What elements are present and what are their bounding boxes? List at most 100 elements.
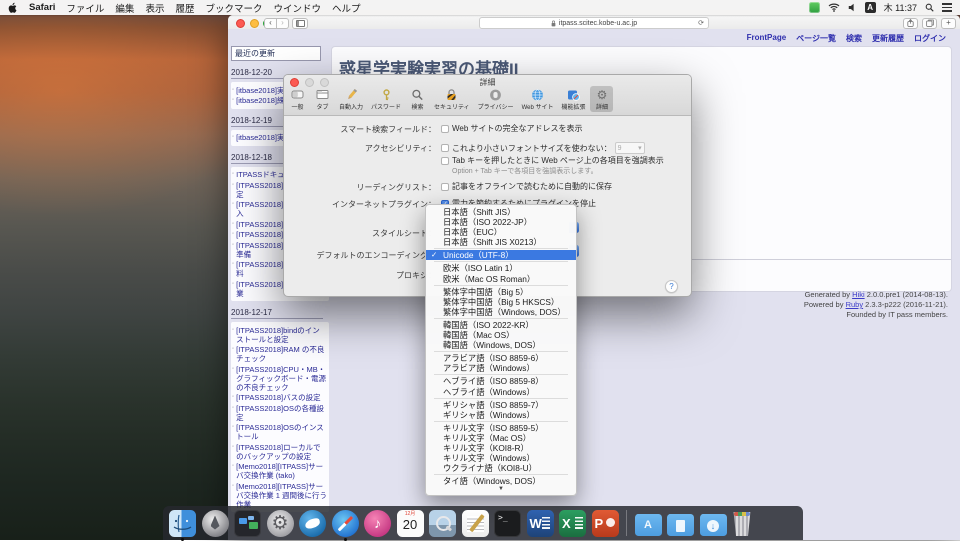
input-source-icon[interactable]: A <box>865 2 876 13</box>
menubar-menu-ファイル[interactable]: ファイル <box>66 1 104 15</box>
menu-item[interactable]: キリル文字（KOI8-R） <box>426 443 576 453</box>
menu-item[interactable]: 韓国語（ISO 2022-KR） <box>426 320 576 330</box>
dock-mission-control-icon[interactable] <box>234 510 261 537</box>
sidebar-link[interactable]: [ITPASS2018]bindのインストールと設定 <box>236 326 327 344</box>
menu-item[interactable]: キリル文字（Mac OS） <box>426 433 576 443</box>
new-tab-button[interactable]: + <box>941 18 956 30</box>
menu-item[interactable]: ヘブライ語（Windows） <box>426 387 576 397</box>
tab-highlight-checkbox[interactable] <box>441 157 449 165</box>
menu-item[interactable]: 繁体字中国語（Windows, DOS） <box>426 307 576 317</box>
menu-item[interactable]: 日本語（ISO 2022-JP） <box>426 217 576 227</box>
menu-item[interactable]: 韓国語（Windows, DOS） <box>426 340 576 350</box>
tab-autofill[interactable]: 自動入力 <box>336 86 366 112</box>
forward-button[interactable]: › <box>277 18 289 30</box>
menu-item[interactable]: ✓Unicode（UTF-8） <box>426 250 576 260</box>
menu-item[interactable]: ギリシャ語（ISO 8859-7） <box>426 400 576 410</box>
dock-excel-icon[interactable]: X <box>559 510 586 537</box>
menubar-menu-ウインドウ[interactable]: ウインドウ <box>273 1 321 15</box>
hiki-link[interactable]: Hiki <box>852 290 865 299</box>
dock-terminal-icon[interactable]: >_ <box>494 510 521 537</box>
menubar-menu-ブックマーク[interactable]: ブックマーク <box>205 1 262 15</box>
menubar-menu-表示[interactable]: 表示 <box>145 1 164 15</box>
menu-item[interactable]: ヘブライ語（ISO 8859-8） <box>426 376 576 386</box>
dock-safari-icon[interactable] <box>332 510 359 537</box>
tab-extensions[interactable]: 機能拡張 <box>558 86 588 112</box>
menu-item[interactable]: ギリシャ語（Windows） <box>426 410 576 420</box>
dock-itunes-icon[interactable]: ♪ <box>364 510 391 537</box>
smart-search-checkbox[interactable] <box>441 125 449 133</box>
tab-overview-button[interactable] <box>922 18 937 30</box>
menu-item[interactable]: アラビア語（Windows） <box>426 363 576 373</box>
status-app-icon[interactable] <box>809 2 820 13</box>
dock-applications-folder-icon[interactable]: A <box>635 514 662 536</box>
reload-icon[interactable]: ⟳ <box>698 19 704 27</box>
menu-item[interactable]: 繁体字中国語（Big 5 HKSCS） <box>426 297 576 307</box>
tab-passwords[interactable]: パスワード <box>368 86 404 112</box>
apple-menu-icon[interactable] <box>8 2 18 14</box>
sidebar-link[interactable]: [ITPASS2018]バスの設定 <box>236 393 320 402</box>
menu-item[interactable]: タイ語（Windows, DOS） <box>426 476 576 486</box>
sidebar-link[interactable]: [ITPASS2018]CPU・MB・グラフィックボード・電源の不良チェック <box>236 365 327 392</box>
nav-link-FrontPage[interactable]: FrontPage <box>747 33 787 44</box>
menu-item[interactable]: ウクライナ語（KOI8-U） <box>426 463 576 473</box>
sidebar-link[interactable]: [ITPASS2018]OSのインストール <box>236 423 327 441</box>
reading-list-checkbox[interactable] <box>441 183 449 191</box>
menu-scroll-down-icon[interactable]: ▼ <box>426 486 576 493</box>
dock-preview-icon[interactable] <box>429 510 456 537</box>
menu-item[interactable]: 欧米（Mac OS Roman） <box>426 274 576 284</box>
nav-link-検索[interactable]: 検索 <box>846 33 862 44</box>
dock-finder-icon[interactable] <box>169 510 196 537</box>
sidebar-link[interactable]: [ITPASS2018]OSの各種設定 <box>236 404 327 422</box>
sidebar-link[interactable]: [ITPASS2018]ローカルでのバックアップの設定 <box>236 443 327 461</box>
menu-item[interactable]: アラビア語（ISO 8859-6） <box>426 353 576 363</box>
menu-item[interactable]: 欧米（ISO Latin 1） <box>426 263 576 273</box>
dock-trash-icon[interactable] <box>732 512 752 536</box>
tab-general[interactable]: 一般 <box>286 86 309 112</box>
dock-calendar-icon[interactable]: 12月 20 <box>397 510 424 537</box>
notification-center-icon[interactable] <box>942 3 952 11</box>
sidebar-link[interactable]: [Memo2018][ITPASS]サーバ交換作業 (tako) <box>236 462 327 480</box>
spotlight-icon[interactable] <box>925 3 934 12</box>
dock-thunderbird-icon[interactable] <box>299 510 326 537</box>
dock-system-preferences-icon[interactable]: ⚙ <box>267 510 294 537</box>
wifi-icon[interactable] <box>828 3 840 12</box>
menu-item[interactable]: 韓国語（Mac OS） <box>426 330 576 340</box>
dock-powerpoint-icon[interactable]: P <box>592 510 619 537</box>
help-button[interactable]: ? <box>665 280 678 293</box>
dock-word-icon[interactable]: W <box>527 510 554 537</box>
menu-item[interactable]: 日本語（Shift JIS） <box>426 207 576 217</box>
address-bar[interactable]: itpass.scitec.kobe-u.ac.jp ⟳ <box>479 17 709 29</box>
share-button[interactable] <box>903 18 918 30</box>
close-button[interactable] <box>236 19 245 28</box>
menubar-menu-編集[interactable]: 編集 <box>115 1 134 15</box>
tab-websites[interactable]: Web サイト <box>519 86 557 112</box>
ruby-link[interactable]: Ruby <box>846 300 864 309</box>
menu-item[interactable]: 日本語（Shift JIS X0213） <box>426 237 576 247</box>
sidebar-link[interactable]: [ITPASS2018]RAM の不良チェック <box>236 345 327 363</box>
sidebar-toggle-button[interactable] <box>292 18 308 30</box>
tab-search[interactable]: 検索 <box>406 86 429 112</box>
sidebar-link[interactable]: [Memo2018][ITPASS]サーバ交換作業 1 週間後に行う作業 <box>236 482 327 509</box>
menu-item[interactable]: キリル文字（Windows） <box>426 453 576 463</box>
menubar-menu-ヘルプ[interactable]: ヘルプ <box>332 1 361 15</box>
menu-item[interactable]: 日本語（EUC） <box>426 227 576 237</box>
tab-privacy[interactable]: プライバシー <box>475 86 517 112</box>
menubar-menu-履歴[interactable]: 履歴 <box>175 1 194 15</box>
nav-link-ログイン[interactable]: ログイン <box>914 33 946 44</box>
menu-item[interactable]: キリル文字（ISO 8859-5） <box>426 423 576 433</box>
tab-tabs[interactable]: タブ <box>311 86 334 112</box>
menubar-app-name[interactable]: Safari <box>29 2 55 13</box>
menubar-clock[interactable]: 木 11:37 <box>884 1 917 14</box>
nav-link-更新履歴[interactable]: 更新履歴 <box>872 33 904 44</box>
dock-launchpad-icon[interactable] <box>202 510 229 537</box>
font-size-select[interactable]: 9▾ <box>615 142 645 154</box>
back-button[interactable]: ‹ <box>264 18 277 30</box>
dock-downloads-folder-icon[interactable]: ↓ <box>700 514 727 536</box>
dock-textedit-icon[interactable] <box>462 510 489 537</box>
dock-documents-folder-icon[interactable] <box>667 514 694 536</box>
volume-icon[interactable] <box>848 3 857 12</box>
tab-advanced[interactable]: ⚙ 詳細 <box>590 86 613 112</box>
tab-security[interactable]: セキュリティ <box>431 86 473 112</box>
font-size-checkbox[interactable] <box>441 144 449 152</box>
menu-item[interactable]: 繁体字中国語（Big 5） <box>426 287 576 297</box>
